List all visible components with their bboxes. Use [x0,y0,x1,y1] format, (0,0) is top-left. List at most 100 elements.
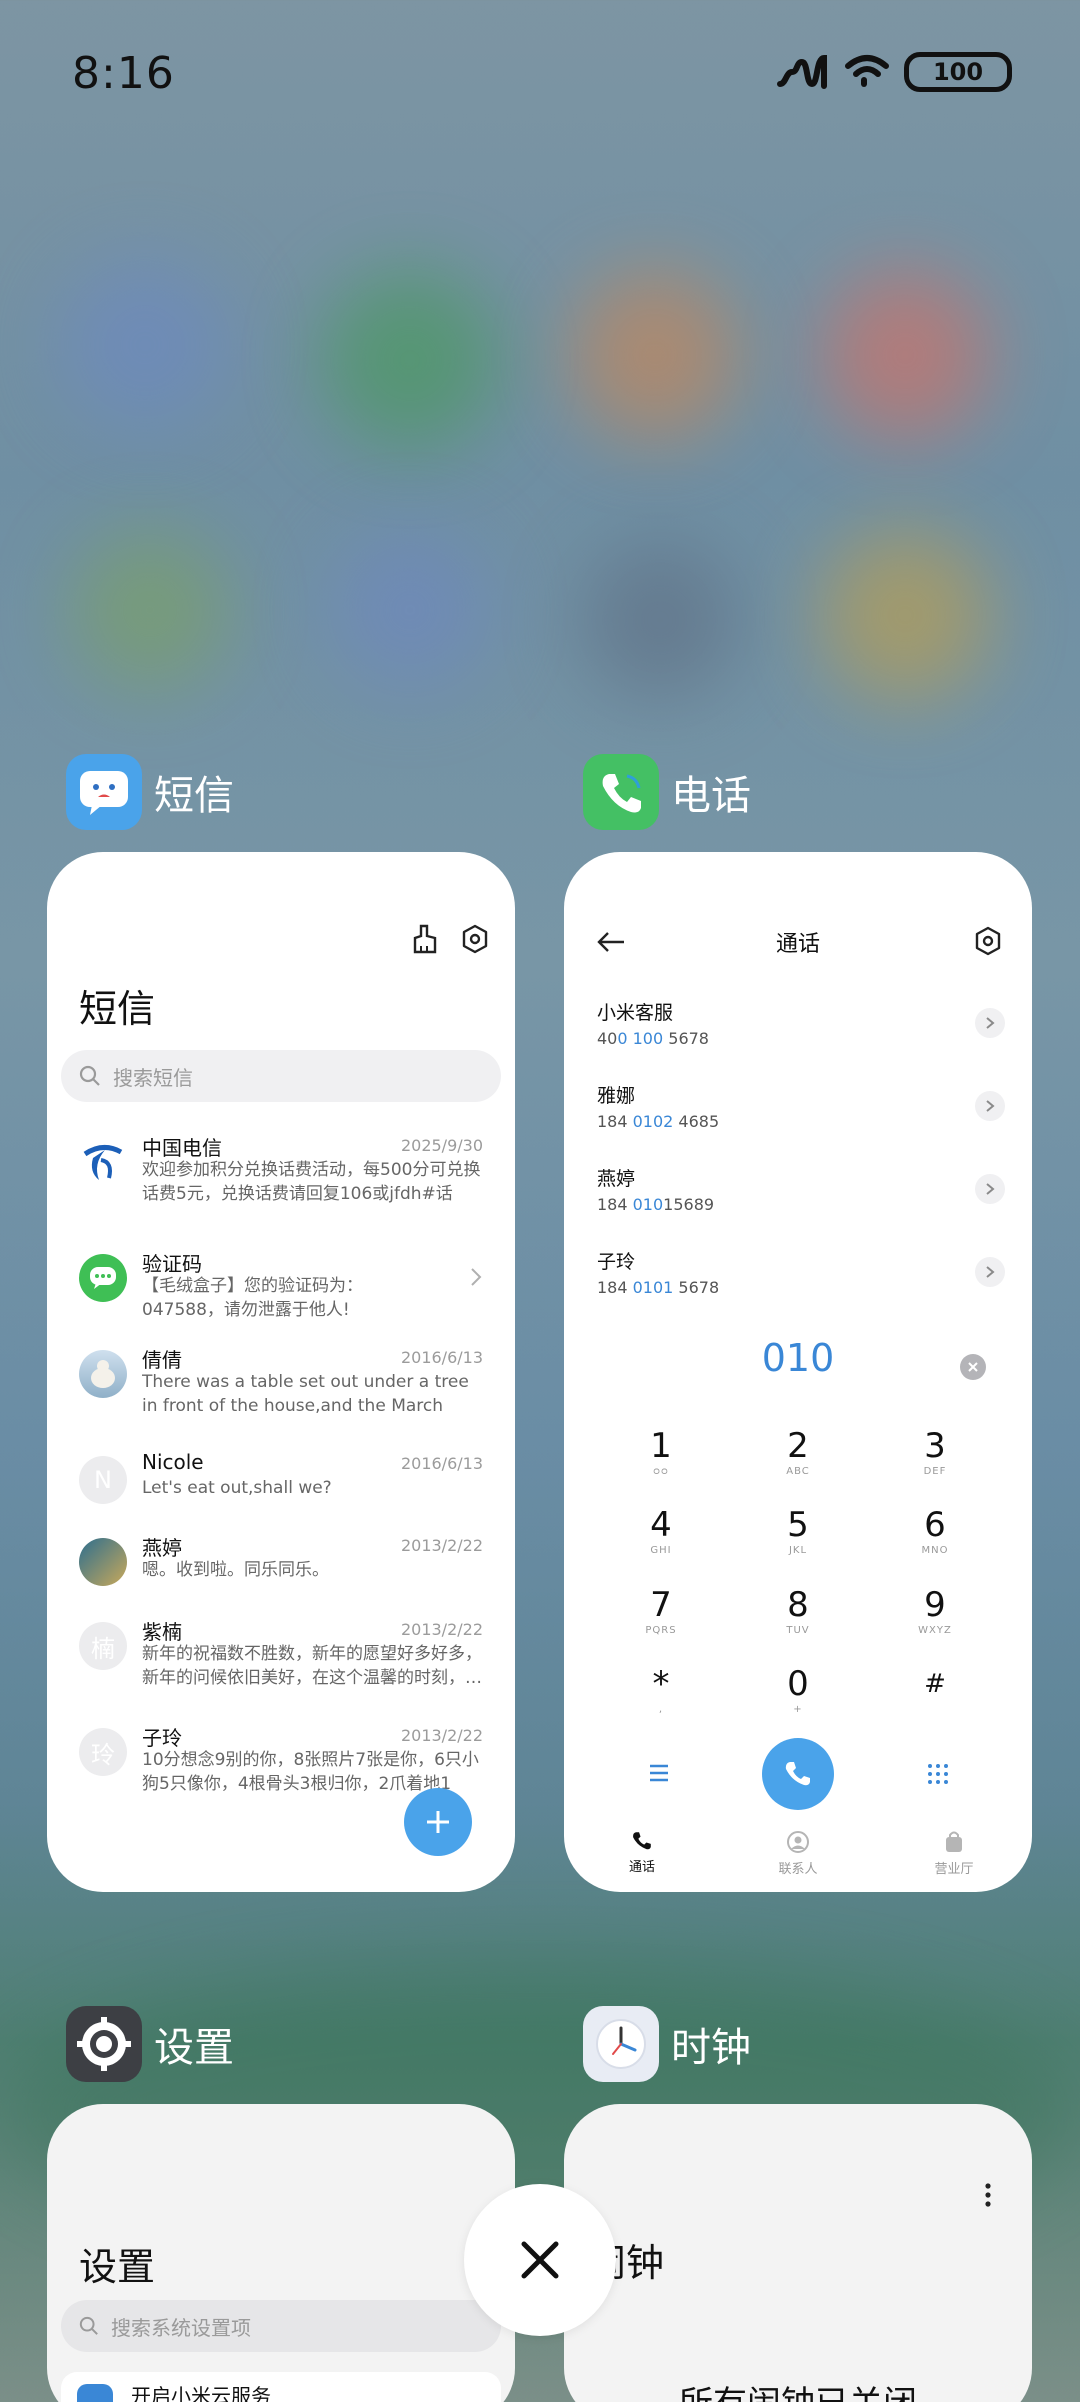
dial-key-1[interactable]: 1 ᴑᴑ [611,1426,711,1496]
message-preview: There was a table set out under a tree i… [142,1372,469,1416]
avatar [79,1254,127,1302]
message-preview: Let's eat out,shall we? [142,1478,332,1498]
phone-card[interactable]: 通话 小米客服 400 100 5678 雅娜 184 0102 4685 燕婷… [564,852,1032,1892]
message-date: 2016/6/13 [400,1454,483,1473]
person-icon [787,1831,809,1853]
list-item[interactable]: N Nicole 2016/6/13 Let's eat out,shall w… [47,1450,515,1542]
chevron-right-icon [986,1266,995,1278]
message-preview: 嗯。收到啦。同乐同乐。 [142,1560,329,1580]
tab-label: 通话 [628,1860,655,1875]
clear-icon [968,1362,978,1372]
clock-app-icon [583,2006,659,2082]
message-preview: 新年的祝福数不胜数，新年的愿望好多好多，新年的问候依旧美好，在这个温馨的时刻，… [142,1644,482,1688]
phone-header: 通话 [564,924,1032,964]
search-placeholder: 搜索系统设置项 [111,2315,251,2340]
dial-key-6[interactable]: 6 MNO [885,1505,985,1575]
clear-all-button[interactable] [464,2184,616,2336]
menu-icon[interactable] [648,1762,670,1784]
number-match: 0102 [632,1112,674,1131]
cloud-icon [77,2384,113,2402]
more-vert-icon[interactable] [984,2182,992,2208]
list-item[interactable]: 中国电信 2025/9/30 欢迎参加积分兑换话费活动，每500分可兑换话费5元… [47,1132,515,1224]
avatar [79,1350,127,1398]
app-label-clock[interactable]: 时钟 [583,2006,751,2082]
contact-detail-button[interactable] [975,1257,1005,1287]
contact-suggestion[interactable]: 雅娜 184 0102 4685 [597,1081,1005,1141]
avatar [79,1138,127,1186]
dial-key-7[interactable]: 7 PQRS [611,1585,711,1655]
sender-name: Nicole [142,1450,204,1474]
key-digit: 1 [650,1426,672,1466]
contact-number: 184 0101 5678 [597,1278,1005,1297]
list-item[interactable]: 验证码 【毛绒盒子】您的验证码为：047588，请勿泄露于他人! [47,1248,515,1340]
contact-detail-button[interactable] [975,1091,1005,1121]
key-digit: 8 [787,1585,809,1625]
bottom-nav: 通话 联系人 营业厅 [564,1830,1032,1886]
phone-icon [633,1832,651,1850]
bg-blur [820,530,990,700]
contact-detail-button[interactable] [975,1008,1005,1038]
call-button[interactable] [762,1738,834,1810]
search-placeholder: 搜索短信 [113,1065,193,1090]
search-input[interactable]: 搜索系统设置项 [61,2300,501,2352]
contact-suggestion[interactable]: 燕婷 184 01015689 [597,1164,1005,1224]
key-letters: PQRS [645,1625,677,1636]
bg-blur [60,260,230,430]
brush-icon[interactable] [411,924,439,954]
number-part: 4685 [673,1112,720,1131]
plus-icon [427,1811,449,1833]
empty-state-message: 所有闹钟已关闭 [564,2376,1032,2402]
contact-number: 184 01015689 [597,1195,1005,1214]
new-message-button[interactable] [404,1788,472,1856]
key-letters: ABC [786,1466,810,1477]
keypad-icon[interactable] [926,1762,950,1786]
dial-key-4[interactable]: 4 GHI [611,1505,711,1575]
avatar: N [79,1456,127,1504]
settings-app-icon [66,2006,142,2082]
tab-service-hall[interactable]: 营业厅 [904,1830,1004,1877]
contact-detail-button[interactable] [975,1174,1005,1204]
settings-card[interactable]: 设置 搜索系统设置项 开启小米云服务 [47,2104,515,2402]
app-label-sms[interactable]: 短信 [66,754,234,830]
gear-icon[interactable] [974,926,1002,956]
tab-calls[interactable]: 通话 [592,1830,692,1875]
app-label-phone[interactable]: 电话 [583,754,751,830]
dial-key-star[interactable]: *, [611,1664,711,1734]
app-label-settings[interactable]: 设置 [66,2006,234,2082]
clock-card[interactable]: 闹钟 所有闹钟已关闭 [564,2104,1032,2402]
tab-contacts[interactable]: 联系人 [748,1830,848,1877]
number-part: 184 [597,1112,633,1131]
key-letters: TUV [786,1625,810,1636]
dial-key-9[interactable]: 9 WXYZ [885,1585,985,1655]
dial-key-5[interactable]: 5 JKL [748,1505,848,1575]
number-match: 0 100 [617,1029,664,1048]
dial-key-3[interactable]: 3 DEF [885,1426,985,1496]
chat-bubble-icon [90,1267,116,1289]
key-digit: # [924,1669,946,1699]
phone-icon [785,1762,810,1786]
key-letters: ᴑᴑ [653,1466,669,1477]
contact-suggestion[interactable]: 子玲 184 0101 5678 [597,1247,1005,1307]
sms-card[interactable]: 短信 搜索短信 中国电信 2025/9/30 欢迎参加积分兑换话费活动，每500… [47,852,515,1892]
settings-item-label: 开启小米云服务 [131,2384,271,2402]
key-letters: MNO [921,1545,949,1556]
status-time: 8:16 [72,48,175,99]
clear-button[interactable] [960,1354,986,1380]
dial-key-2[interactable]: 2 ABC [748,1426,848,1496]
bg-blur [70,530,230,690]
list-item[interactable]: 楠 紫楠 2013/2/22 新年的祝福数不胜数，新年的愿望好多好多，新年的问候… [47,1616,515,1708]
sender-name: 倩倩 [142,1348,182,1372]
close-icon [521,2241,559,2279]
number-part: 184 [597,1195,633,1214]
settings-item[interactable]: 开启小米云服务 [61,2372,501,2402]
list-item[interactable]: 燕婷 2013/2/22 嗯。收到啦。同乐同乐。 [47,1532,515,1624]
contact-suggestion[interactable]: 小米客服 400 100 5678 [597,998,1005,1058]
dial-key-8[interactable]: 8 TUV [748,1585,848,1655]
key-digit: 2 [787,1426,809,1466]
list-item[interactable]: 倩倩 2016/6/13 There was a table set out u… [47,1344,515,1436]
search-input[interactable]: 搜索短信 [61,1050,501,1102]
dial-key-hash[interactable]: # [885,1664,985,1734]
dial-key-0[interactable]: 0 + [748,1664,848,1734]
gear-icon[interactable] [461,924,489,954]
sender-name: 子玲 [142,1726,182,1750]
